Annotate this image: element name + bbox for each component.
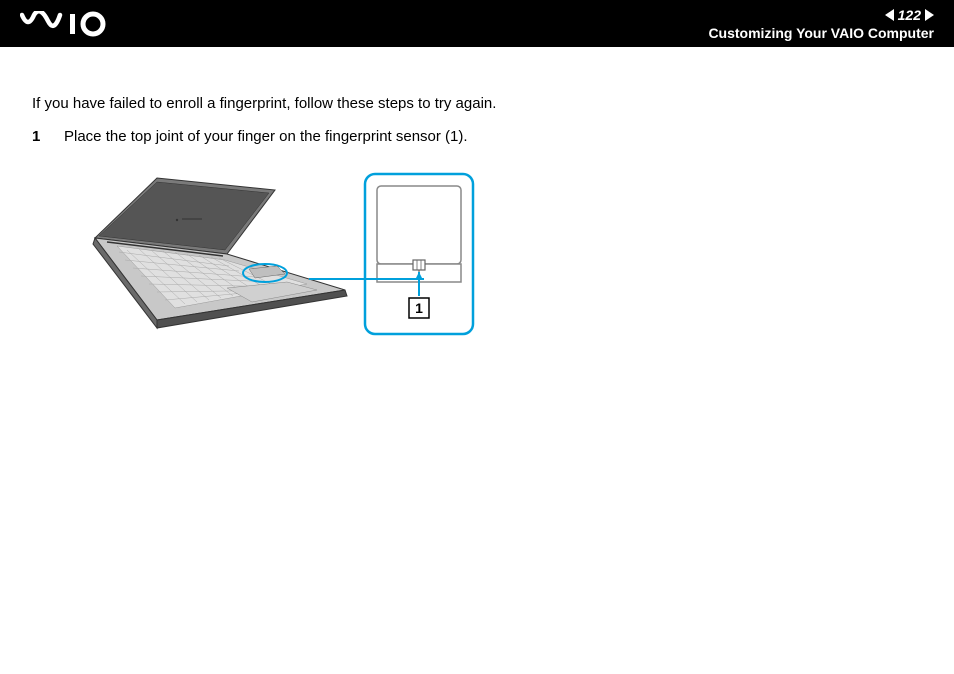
prev-page-arrow-icon[interactable] [885, 9, 894, 21]
intro-text: If you have failed to enroll a fingerpri… [32, 95, 922, 112]
callout-label: 1 [415, 300, 423, 316]
laptop-illustration [77, 170, 357, 335]
next-page-arrow-icon[interactable] [925, 9, 934, 21]
page-header: 122 Customizing Your VAIO Computer [0, 0, 954, 47]
sensor-callout: 1 [357, 170, 482, 340]
vaio-logo [20, 11, 130, 37]
header-right: 122 Customizing Your VAIO Computer [708, 7, 934, 41]
step-number: 1 [32, 128, 46, 145]
section-title: Customizing Your VAIO Computer [708, 25, 934, 41]
diagram-connector [309, 278, 424, 280]
page-number: 122 [898, 7, 921, 23]
page-navigation: 122 [885, 7, 934, 23]
step-text: Place the top joint of your finger on th… [64, 128, 468, 145]
step-1: 1 Place the top joint of your finger on … [32, 128, 922, 145]
page-content: If you have failed to enroll a fingerpri… [0, 47, 954, 360]
diagram: 1 [77, 170, 922, 340]
